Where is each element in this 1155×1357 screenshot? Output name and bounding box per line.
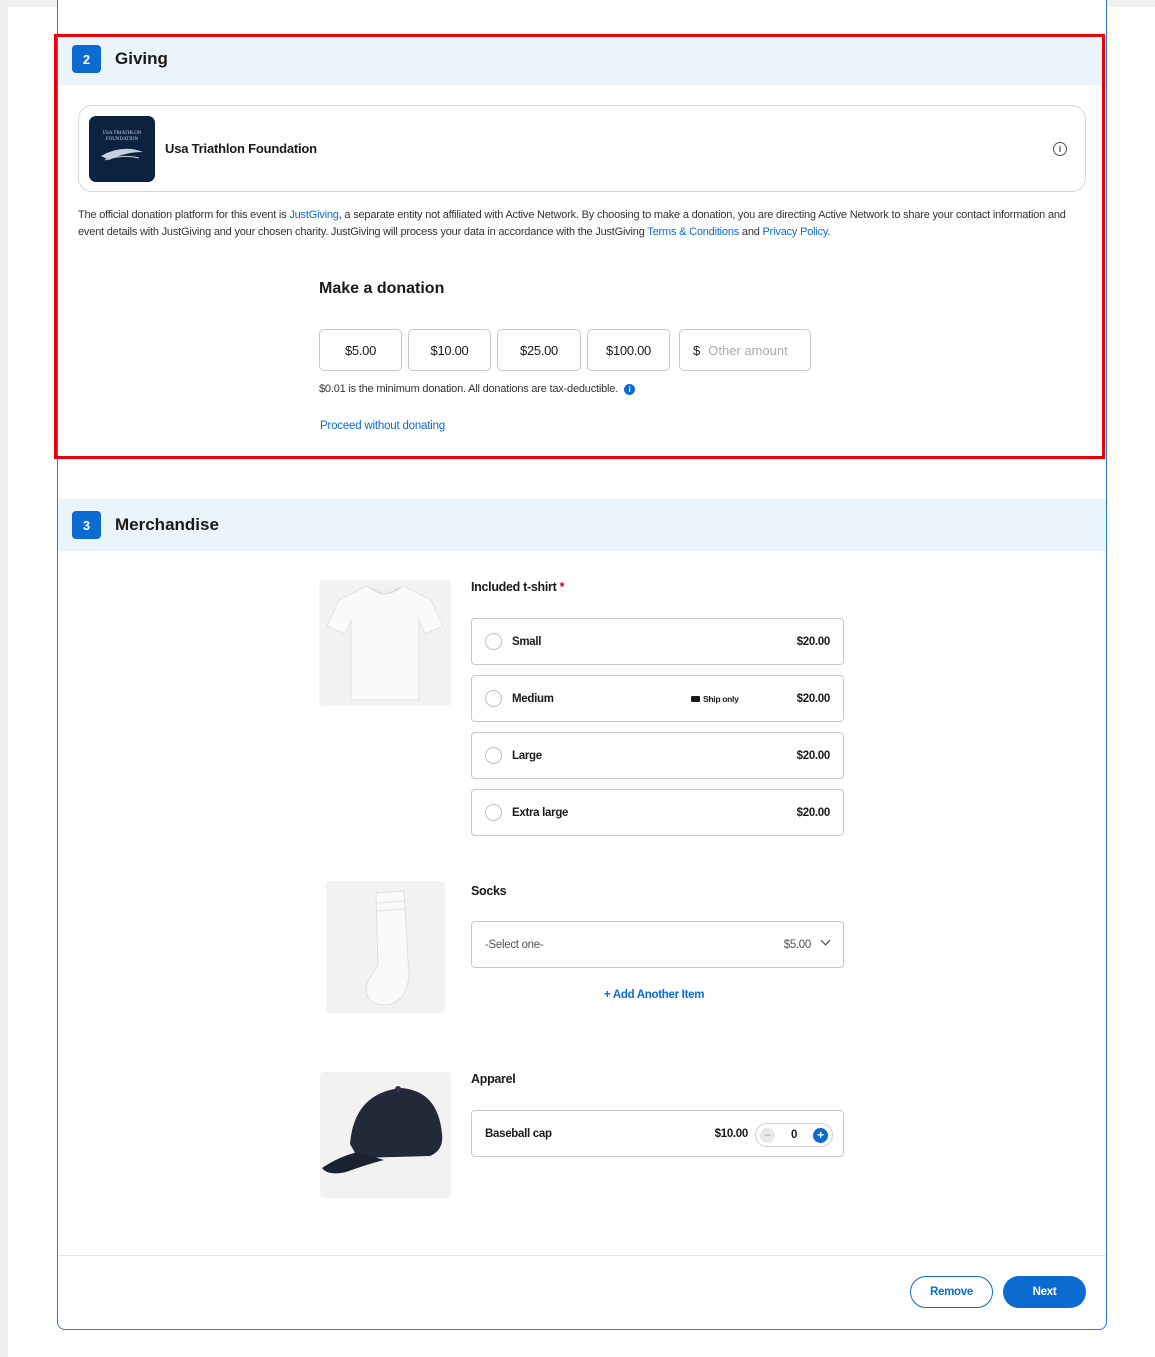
tshirt-label-text: Included t-shirt [471,580,557,594]
justgiving-link[interactable]: JustGiving [289,209,339,221]
charity-card: USA TRIATHLON FOUNDATION Usa Triathlon F… [78,105,1086,192]
other-amount-input[interactable] [708,342,799,358]
baseball-cap-row: Baseball cap $10.00 – 0 + [471,1110,844,1157]
select-price: $5.00 [783,938,812,951]
select-value: -Select one- [485,938,544,951]
tshirt-image [319,580,451,706]
privacy-link[interactable]: Privacy Policy [763,226,828,238]
section-title: Merchandise [115,515,219,534]
option-price: $20.00 [796,749,831,762]
charity-logo: USA TRIATHLON FOUNDATION [89,115,155,182]
footer-divider [58,1255,1106,1256]
minimum-donation-note: $0.01 is the minimum donation. All donat… [319,383,636,395]
remove-button[interactable]: Remove [910,1276,993,1308]
sock-icon [365,890,410,1006]
proceed-without-donating-link[interactable]: Proceed without donating [320,420,445,432]
amount-button-25[interactable]: $25.00 [497,329,581,371]
option-name: Large [512,749,542,762]
truck-icon [691,695,700,702]
logo-wave-icon [101,148,143,160]
donation-title: Make a donation [319,280,445,297]
info-icon[interactable]: i [624,383,636,395]
amount-button-100[interactable]: $100.00 [587,329,670,371]
donation-disclaimer: The official donation platform for this … [78,207,1088,240]
increment-button[interactable]: + [812,1127,828,1143]
step-number-badge: 2 [72,45,101,73]
next-button[interactable]: Next [1003,1276,1086,1308]
amount-button-5[interactable]: $5.00 [319,329,402,371]
option-price: $20.00 [796,692,831,705]
section-title: Giving [115,49,168,68]
min-note-text: $0.01 is the minimum donation. All donat… [319,383,619,395]
other-amount-field[interactable]: $ [679,329,811,371]
disclaimer-text: . [827,225,831,238]
cap-image [320,1072,451,1198]
charity-name: Usa Triathlon Foundation [165,141,317,156]
tshirt-option-large[interactable]: Large $20.00 [471,732,844,779]
ship-only-text: Ship only [703,693,739,704]
ship-only-badge: Ship only [691,694,739,704]
giving-section-header: 2 Giving [58,33,1106,85]
baseball-cap-icon [322,1086,443,1174]
apparel-label: Apparel [471,1072,516,1086]
decrement-button[interactable]: – [760,1127,775,1143]
option-name: Extra large [512,806,569,819]
option-name: Medium [512,692,554,705]
option-name: Small [512,635,542,648]
option-price: $20.00 [796,806,831,819]
tshirt-option-small[interactable]: Small $20.00 [471,618,844,665]
disclaimer-text: and [739,225,763,238]
tshirt-label: Included t-shirt * [471,580,565,594]
socks-label: Socks [471,884,507,898]
radio-button[interactable] [485,747,502,764]
quantity-value: 0 [790,1129,798,1141]
step-number-badge: 3 [72,511,101,539]
item-price: $10.00 [714,1127,749,1140]
tshirt-icon [326,585,444,701]
quantity-stepper[interactable]: – 0 + [755,1123,833,1147]
radio-button[interactable] [485,690,502,707]
chevron-down-icon [820,935,831,946]
radio-button[interactable] [485,804,502,821]
tshirt-option-extra-large[interactable]: Extra large $20.00 [471,789,844,836]
currency-symbol: $ [693,342,701,358]
amount-button-10[interactable]: $10.00 [408,329,491,371]
merchandise-section-header: 3 Merchandise [58,499,1106,551]
info-icon[interactable]: i [1053,142,1067,156]
disclaimer-text: The official donation platform for this … [78,209,290,221]
socks-select[interactable]: -Select one- $5.00 [471,921,844,968]
add-another-item-button[interactable]: + Add Another Item [604,989,704,1001]
option-price: $20.00 [796,635,831,648]
socks-image [326,881,445,1013]
radio-button[interactable] [485,633,502,650]
item-name: Baseball cap [485,1127,552,1140]
tshirt-option-medium[interactable]: Medium Ship only $20.00 [471,675,844,722]
required-mark: * [559,580,565,594]
terms-link[interactable]: Terms & Conditions [647,226,739,238]
